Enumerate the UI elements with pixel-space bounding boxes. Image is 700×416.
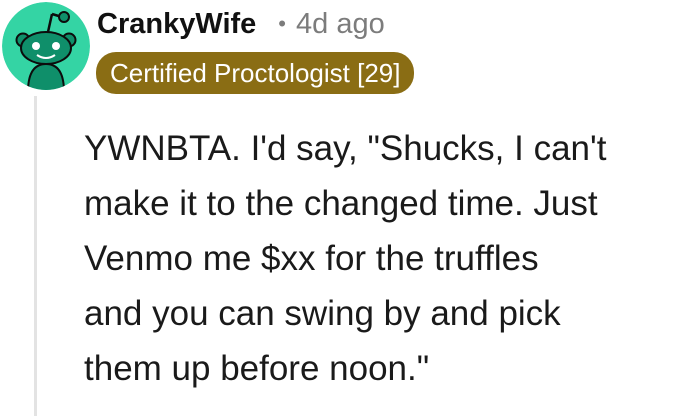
comment-header: CrankyWife • 4d ago [97,2,385,46]
user-flair: Certified Proctologist [29] [96,52,415,94]
snoo-avatar-icon [2,2,90,90]
comment-line: and you can swing by and pick [84,294,561,333]
separator-dot: • [278,11,286,36]
comment-line: make it to the changed time. Just [84,184,598,223]
thread-line[interactable] [34,96,37,416]
comment-body: YWNBTA. I'd say, "Shucks, I can't make i… [84,121,684,396]
username-link[interactable]: CrankyWife [97,8,256,41]
comment-line: them up before noon." [84,349,430,388]
comment-line: YWNBTA. I'd say, "Shucks, I can't [84,129,607,168]
comment-line: Venmo me $xx for the truffles [84,239,539,278]
user-avatar[interactable] [2,2,90,90]
timestamp-link[interactable]: 4d ago [296,8,385,41]
